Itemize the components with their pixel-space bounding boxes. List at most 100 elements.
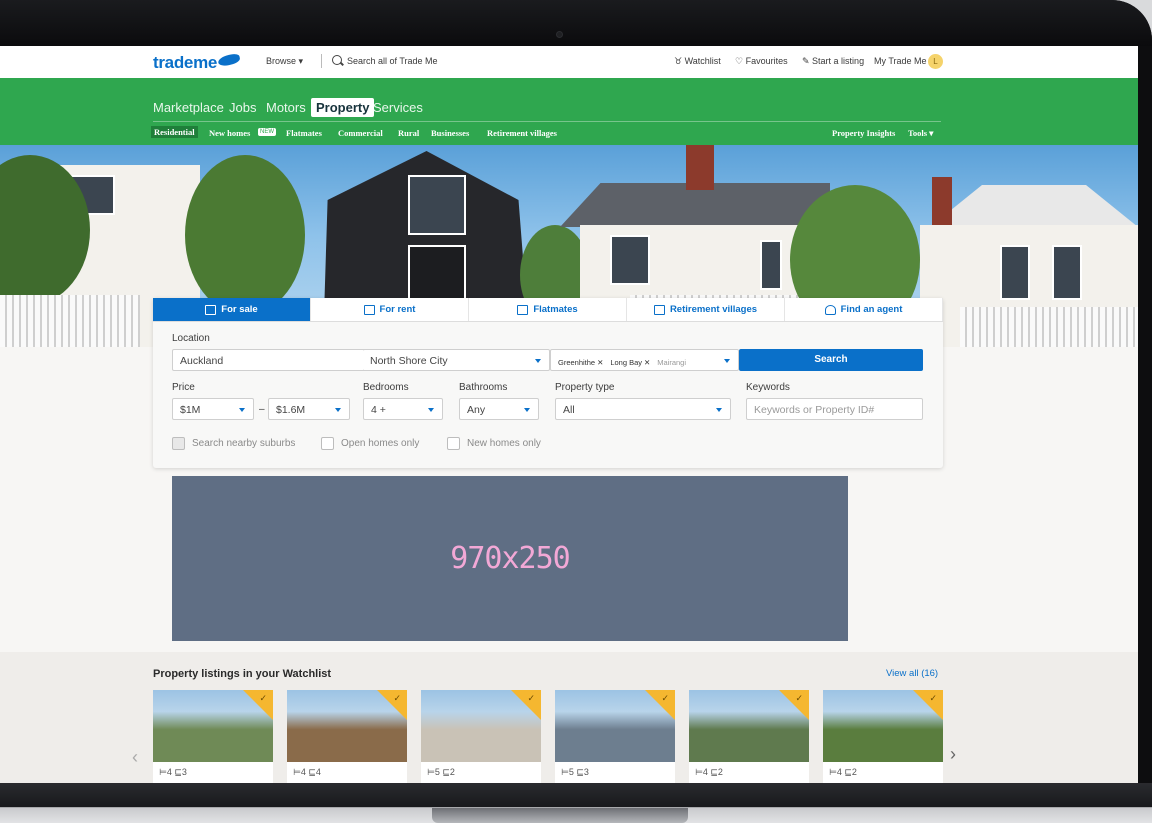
bed-bath-counts: ⊨4 ⊑2 <box>829 767 857 777</box>
watchlist-card[interactable]: ⊨4 ⊑2 <box>689 690 809 783</box>
camera-icon <box>556 31 563 38</box>
checkbox-nearby-suburbs[interactable]: Search nearby suburbs <box>172 437 295 450</box>
start-listing-link[interactable]: ✎ Start a listing <box>802 56 864 67</box>
price-label: Price <box>172 382 195 393</box>
suburb-select[interactable]: Greenhithe ✕ Long Bay ✕ Mairangi <box>550 349 739 371</box>
house-icon <box>205 304 217 315</box>
nav-motors[interactable]: Motors <box>266 100 306 115</box>
price-dash: – <box>259 404 265 415</box>
keywords-input[interactable]: Keywords or Property ID# <box>746 398 923 420</box>
my-trade-me-link[interactable]: My Trade Me <box>874 56 927 66</box>
chevron-down-icon <box>716 408 722 412</box>
subnav-commercial[interactable]: Commercial <box>338 128 383 138</box>
remove-icon: ✕ <box>597 358 604 367</box>
top-header: trademe Browse ▾ Search all of Trade Me … <box>0 46 1138 78</box>
nav-services[interactable]: Services <box>373 100 423 115</box>
bed-bath-counts: ⊨4 ⊑3 <box>159 767 187 777</box>
retirement-icon <box>653 304 665 315</box>
tab-find-an-agent[interactable]: Find an agent <box>785 298 943 321</box>
nav-jobs[interactable]: Jobs <box>229 100 256 115</box>
search-button[interactable]: Search <box>739 349 923 371</box>
remove-icon: ✕ <box>644 358 651 367</box>
kiwi-logo-icon <box>217 52 241 68</box>
watchlist-link[interactable]: ♉ Watchlist <box>674 56 721 67</box>
person-icon <box>824 304 836 315</box>
location-label: Location <box>172 333 210 344</box>
bed-bath-counts: ⊨4 ⊑2 <box>695 767 723 777</box>
checkbox[interactable] <box>172 437 185 450</box>
property-insights-link[interactable]: Property Insights <box>832 128 895 138</box>
chevron-left-icon[interactable]: ‹ <box>132 747 138 768</box>
laptop-bezel-top <box>0 0 1152 46</box>
chevron-down-icon <box>239 408 245 412</box>
nav-marketplace[interactable]: Marketplace <box>153 100 224 115</box>
subnav-rural[interactable]: Rural <box>398 128 419 138</box>
subnav-new-homes[interactable]: New homes <box>209 128 250 138</box>
nav-property[interactable]: Property <box>311 98 375 117</box>
chimney-shape <box>932 177 952 225</box>
tools-menu[interactable]: Tools ▾ <box>908 128 933 139</box>
watchlist-card[interactable]: ⊨5 ⊑3 <box>555 690 675 783</box>
window-shape <box>760 240 782 290</box>
trademe-logo[interactable]: trademe <box>153 53 217 73</box>
watchlist-card[interactable]: ⊨4 ⊑4 <box>287 690 407 783</box>
watchlist-card[interactable]: ⊨4 ⊑3 <box>153 690 273 783</box>
window-shape <box>408 175 466 235</box>
tab-for-rent[interactable]: For rent <box>311 298 469 321</box>
subnav-retirement-villages[interactable]: Retirement villages <box>487 128 557 138</box>
window-shape <box>610 235 650 285</box>
ad-size-label: 970x250 <box>450 541 570 576</box>
suburb-chip[interactable]: Long Bay ✕ <box>610 358 650 367</box>
laptop-hinge <box>432 808 688 823</box>
bathrooms-select[interactable]: Any <box>459 398 539 420</box>
main-nav: Marketplace Jobs Motors Property Service… <box>0 78 1138 145</box>
property-type-select[interactable]: All <box>555 398 731 420</box>
chevron-down-icon <box>335 408 341 412</box>
building-icon <box>363 304 375 315</box>
browser-screen: trademe Browse ▾ Search all of Trade Me … <box>0 46 1138 783</box>
view-all-link[interactable]: View all (16) <box>886 668 938 679</box>
bedrooms-select[interactable]: 4 + <box>363 398 443 420</box>
suburb-chip[interactable]: Greenhithe ✕ <box>558 358 603 367</box>
subnav-businesses[interactable]: Businesses <box>431 128 469 138</box>
ad-banner[interactable]: 970x250 <box>172 476 848 641</box>
chevron-down-icon <box>724 359 730 363</box>
suburb-chip[interactable]: Mairangi <box>657 358 686 367</box>
watchlist-card[interactable]: ⊨4 ⊑2 <box>823 690 943 783</box>
district-select[interactable]: North Shore City <box>363 349 550 371</box>
checkbox-new-homes[interactable]: New homes only <box>447 437 541 450</box>
chevron-right-icon[interactable]: › <box>950 744 956 765</box>
fence-shape <box>960 307 1138 347</box>
tab-for-sale[interactable]: For sale <box>153 298 311 321</box>
search-tabs: For sale For rent Flatmates Retirement v… <box>153 298 943 322</box>
new-badge: NEW <box>258 128 276 136</box>
avatar[interactable]: L <box>928 54 943 69</box>
watchlist-title: Property listings in your Watchlist <box>153 668 332 680</box>
property-search-panel: For sale For rent Flatmates Retirement v… <box>153 298 943 468</box>
subnav-flatmates[interactable]: Flatmates <box>286 128 322 138</box>
price-min-select[interactable]: $1M <box>172 398 254 420</box>
chevron-down-icon <box>524 408 530 412</box>
chevron-down-icon <box>428 408 434 412</box>
tab-retirement-villages[interactable]: Retirement villages <box>627 298 785 321</box>
chimney-shape <box>686 145 714 190</box>
checkbox[interactable] <box>321 437 334 450</box>
checkbox[interactable] <box>447 437 460 450</box>
checkbox-open-homes[interactable]: Open homes only <box>321 437 419 450</box>
header-divider <box>321 54 322 68</box>
search-icon[interactable] <box>332 55 342 65</box>
browse-menu[interactable]: Browse ▾ <box>266 56 303 67</box>
watchlist-section: Property listings in your Watchlist View… <box>0 652 1138 783</box>
favourites-link[interactable]: ♡ Favourites <box>735 56 788 67</box>
price-max-select[interactable]: $1.6M <box>268 398 350 420</box>
tab-flatmates[interactable]: Flatmates <box>469 298 627 321</box>
subnav-residential[interactable]: Residential <box>151 126 198 138</box>
flatmates-icon <box>517 304 529 315</box>
watchlist-card[interactable]: ⊨5 ⊑2 <box>421 690 541 783</box>
bed-bath-counts: ⊨5 ⊑3 <box>561 767 589 777</box>
window-shape <box>1052 245 1082 300</box>
property-type-label: Property type <box>555 382 615 393</box>
search-all-input[interactable]: Search all of Trade Me <box>347 56 438 66</box>
chevron-down-icon <box>535 359 541 363</box>
fence-shape <box>0 295 140 347</box>
